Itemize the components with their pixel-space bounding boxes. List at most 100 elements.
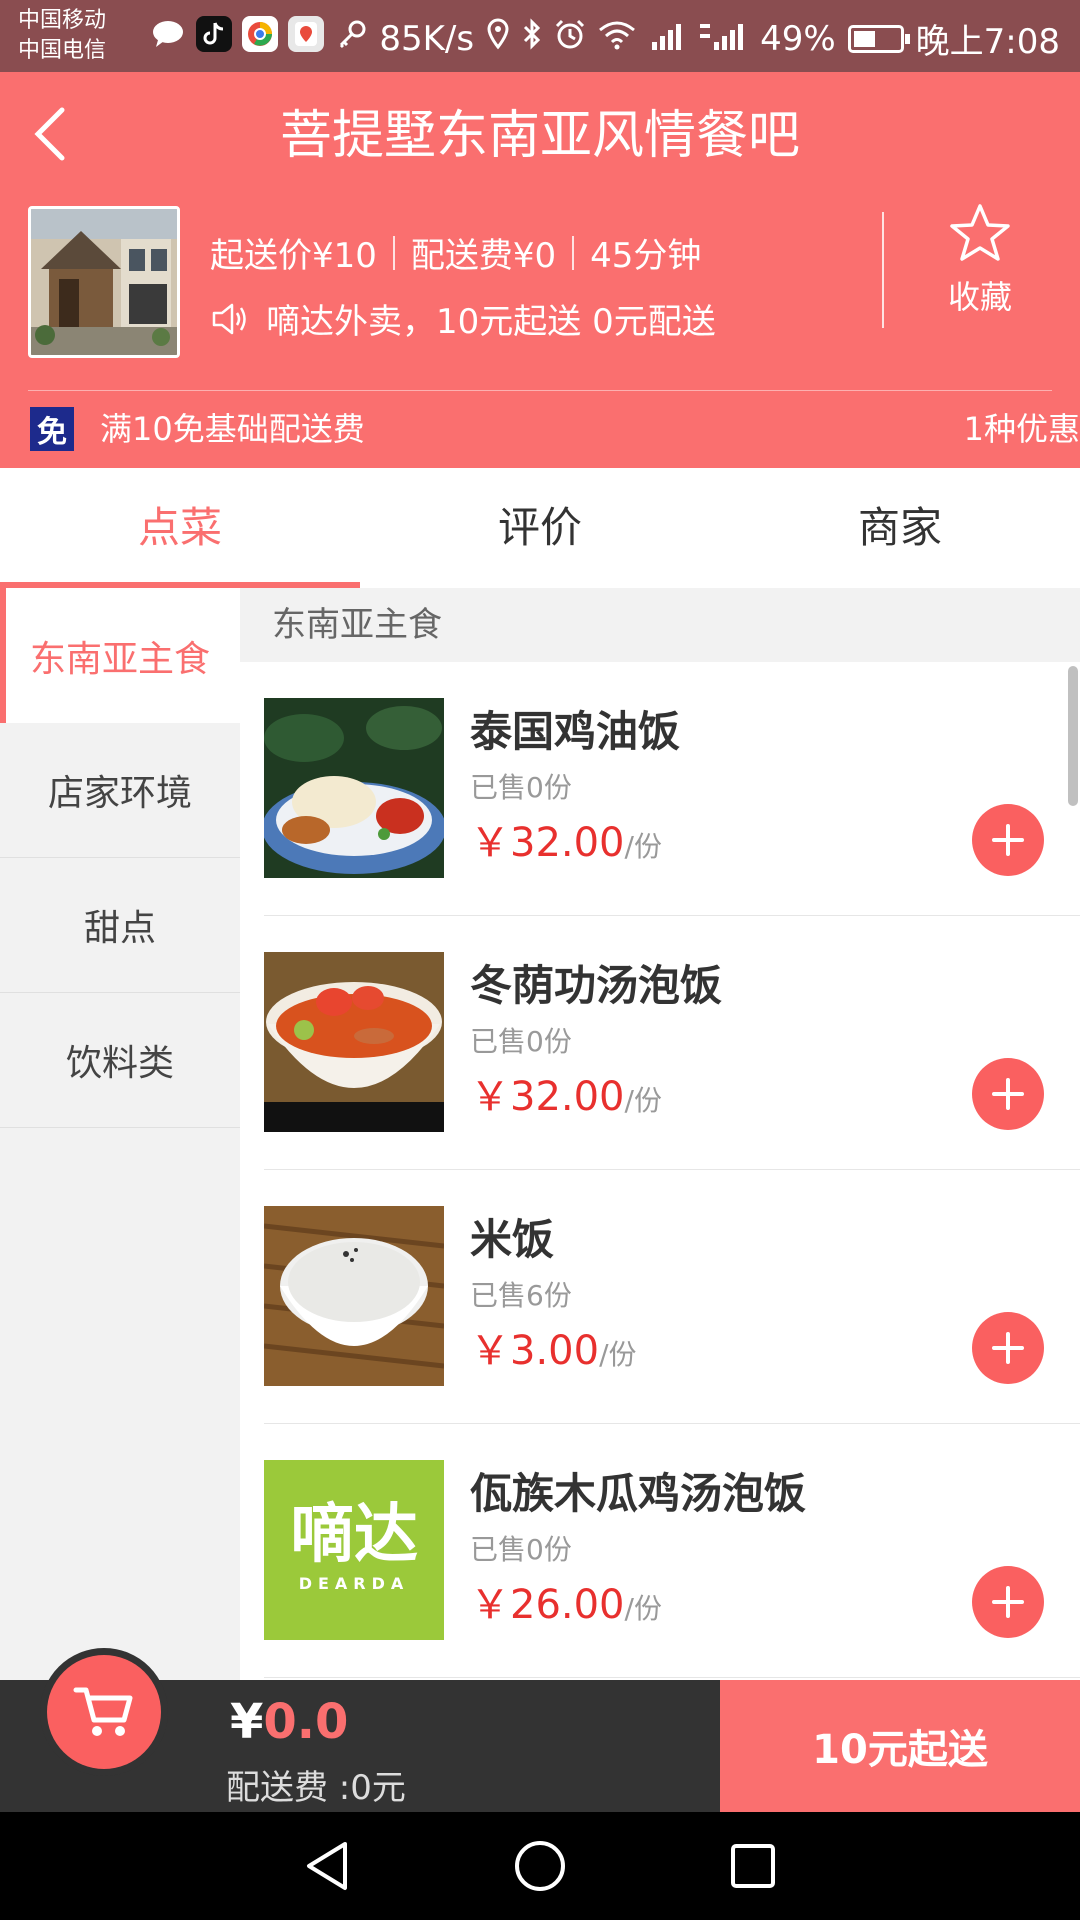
- menu-item[interactable]: 冬荫功汤泡饭 已售0份 ￥32.00/份: [264, 916, 1080, 1170]
- item-name: 米饭: [470, 1215, 555, 1264]
- add-button[interactable]: [972, 804, 1044, 876]
- wifi-icon: [598, 19, 636, 59]
- key-icon: [334, 16, 370, 52]
- map-app-icon: [288, 16, 324, 52]
- promo-count[interactable]: 1种优惠: [964, 404, 1080, 454]
- plus-icon: [992, 824, 1024, 856]
- nav-back-button[interactable]: [297, 1836, 357, 1896]
- menu-list[interactable]: 东南亚主食 泰国鸡油饭 已售0份 ￥32.00/份 冬荫功汤泡饭 已售0份 ￥3…: [240, 588, 1080, 1680]
- divider: [28, 390, 1052, 391]
- min-order: 起送价¥10: [210, 236, 377, 276]
- favorite-label: 收藏: [947, 278, 1012, 316]
- cart-button[interactable]: [40, 1648, 168, 1776]
- browser-icon: [242, 16, 278, 52]
- price-unit: /份: [624, 1592, 662, 1625]
- carrier-1: 中国移动: [18, 8, 107, 33]
- tab-reviews[interactable]: 评价: [360, 468, 720, 588]
- category-environment[interactable]: 店家环境: [0, 723, 240, 858]
- announcement-text: 嘀达外卖，10元起送 0元配送: [266, 302, 716, 342]
- carrier-info: 中国移动 中国电信: [18, 6, 106, 66]
- item-photo-logo: 嘀达 DEARDA: [264, 1460, 444, 1640]
- section-title: 东南亚主食: [240, 588, 1080, 662]
- item-price: ￥32.00/份: [470, 1064, 662, 1122]
- announcement: 嘀达外卖，10元起送 0元配送: [210, 294, 716, 343]
- network-speed: 85K/s: [379, 18, 475, 59]
- signal-icon: [648, 19, 688, 59]
- category-drinks[interactable]: 饮料类: [0, 993, 240, 1128]
- star-icon: [950, 204, 1010, 261]
- circle-home-icon: [514, 1841, 565, 1891]
- carrier-2: 中国电信: [18, 38, 107, 63]
- item-photo: [264, 1206, 444, 1386]
- battery-level: [853, 30, 876, 47]
- shop-photo: [28, 206, 180, 358]
- nav-recents-button[interactable]: [723, 1836, 783, 1896]
- nav-home-button[interactable]: [510, 1836, 570, 1896]
- item-photo: [264, 952, 444, 1132]
- item-sold: 已售0份: [470, 771, 572, 804]
- speaker-icon: [212, 303, 246, 334]
- plus-icon: [992, 1078, 1024, 1110]
- plus-icon: [992, 1586, 1024, 1618]
- divider: [882, 212, 884, 328]
- message-icon: [150, 16, 186, 52]
- shop-header: 菩提墅东南亚风情餐吧 起送价¥10 配送费¥0 45分钟 嘀达外卖，10元起送 …: [0, 72, 1080, 468]
- notification-icons: [150, 16, 370, 52]
- price-unit: /份: [624, 830, 662, 863]
- tab-bar: 点菜 评价 商家: [0, 468, 1080, 588]
- price-value: ￥26.00: [470, 1582, 625, 1628]
- item-sold: 已售0份: [470, 1533, 572, 1566]
- tab-merchant[interactable]: 商家: [720, 468, 1080, 588]
- cart-total: ¥0.0: [230, 1694, 348, 1750]
- logo-text: 嘀达: [290, 1498, 418, 1572]
- system-nav-bar: [0, 1812, 1080, 1920]
- add-button[interactable]: [972, 1312, 1044, 1384]
- item-price: ￥3.00/份: [470, 1318, 637, 1376]
- delivery-info: 起送价¥10 配送费¥0 45分钟: [210, 228, 701, 277]
- currency-symbol: ¥: [230, 1694, 264, 1750]
- menu-item[interactable]: 嘀达 DEARDA 佤族木瓜鸡汤泡饭 已售0份 ￥26.00/份: [264, 1424, 1080, 1678]
- category-main-food[interactable]: 东南亚主食: [0, 588, 240, 723]
- cart-amount: 0.0: [263, 1694, 349, 1750]
- item-name: 泰国鸡油饭: [470, 707, 681, 756]
- add-button[interactable]: [972, 1058, 1044, 1130]
- item-name: 佤族木瓜鸡汤泡饭: [470, 1469, 807, 1518]
- promo-text: 满10免基础配送费: [100, 410, 365, 448]
- bluetooth-icon: [522, 18, 542, 59]
- promo-badge: 免: [30, 407, 74, 451]
- category-sidebar: 东南亚主食 店家环境 甜点 饮料类: [0, 588, 240, 1680]
- menu-item[interactable]: 泰国鸡油饭 已售0份 ￥32.00/份: [264, 662, 1080, 916]
- price-value: ￥32.00: [470, 1074, 625, 1120]
- cart-button-inner: [47, 1655, 161, 1769]
- clock: 晚上7:08: [915, 22, 1060, 62]
- add-button[interactable]: [972, 1566, 1044, 1638]
- shop-title: 菩提墅东南亚风情餐吧: [279, 106, 800, 166]
- status-bar: 中国移动 中国电信 85K/s 49% 晚上7:08: [0, 0, 1080, 72]
- menu-item[interactable]: 米饭 已售6份 ￥3.00/份: [264, 1170, 1080, 1424]
- item-photo: [264, 698, 444, 878]
- item-sold: 已售6份: [470, 1279, 572, 1312]
- location-icon: [486, 18, 510, 59]
- square-recents-icon: [731, 1844, 776, 1888]
- delivery-fee: 配送费¥0: [410, 236, 557, 276]
- battery-icon: [847, 24, 910, 53]
- divider: [392, 235, 395, 270]
- scrollbar[interactable]: [1068, 666, 1078, 806]
- price-unit: /份: [599, 1338, 637, 1371]
- item-name: 冬荫功汤泡饭: [470, 961, 723, 1010]
- item-sold: 已售0份: [470, 1025, 572, 1058]
- cart-delivery-fee: 配送费 :0元: [226, 1768, 406, 1808]
- checkout-button[interactable]: 10元起送: [720, 1680, 1080, 1812]
- tiktok-icon: [196, 16, 232, 52]
- price-value: ￥3.00: [470, 1328, 600, 1374]
- price-unit: /份: [624, 1084, 662, 1117]
- divider: [572, 235, 575, 270]
- delivery-time: 45分钟: [590, 236, 702, 276]
- item-price: ￥32.00/份: [470, 810, 662, 868]
- signal-icon-2: [700, 19, 748, 59]
- cart-icon: [73, 1687, 133, 1736]
- category-dessert[interactable]: 甜点: [0, 858, 240, 993]
- tab-order[interactable]: 点菜: [0, 468, 360, 588]
- favorite-button[interactable]: 收藏: [935, 202, 1025, 318]
- system-status: 85K/s 49% 晚上7:08: [379, 14, 1060, 63]
